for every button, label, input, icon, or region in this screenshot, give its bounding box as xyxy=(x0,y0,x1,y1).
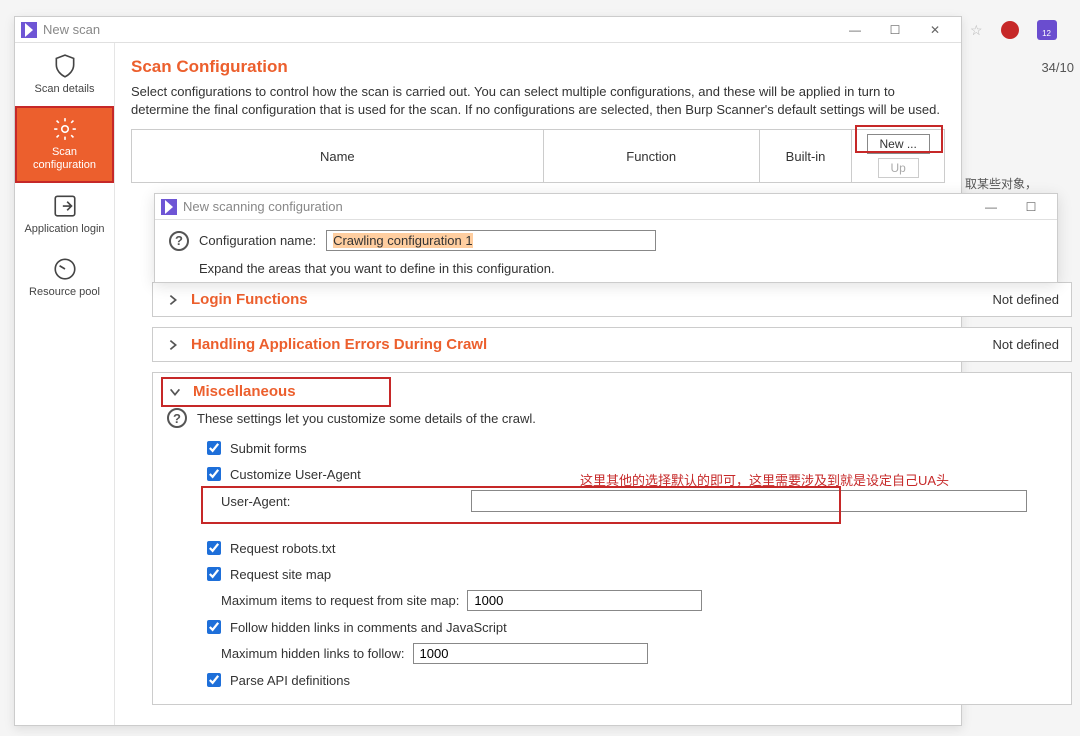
sidebar-item-scan-details[interactable]: Scan details xyxy=(15,43,114,106)
help-icon[interactable]: ? xyxy=(169,231,189,251)
checkbox-request-sitemap[interactable]: Request site map xyxy=(203,564,1057,584)
section-miscellaneous: Miscellaneous ? These settings let you c… xyxy=(152,372,1072,705)
page-title: Scan Configuration xyxy=(131,57,945,77)
burp-icon xyxy=(161,199,177,215)
checkbox-label: Customize User-Agent xyxy=(230,467,361,482)
page-counter: 34/10 xyxy=(1041,60,1074,75)
checkbox-submit-forms[interactable]: Submit forms xyxy=(203,438,1057,458)
column-header-actions: New ... Up xyxy=(852,130,945,183)
column-header-builtin[interactable]: Built-in xyxy=(759,130,852,183)
user-agent-input[interactable] xyxy=(471,490,1027,512)
hidden-max-label: Maximum hidden links to follow: xyxy=(221,646,405,661)
section-status: Not defined xyxy=(993,337,1060,352)
hidden-max-input[interactable] xyxy=(413,643,648,664)
gear-icon xyxy=(52,116,78,142)
sidebar-item-label: Application login xyxy=(24,223,104,236)
checkbox-request-robots[interactable]: Request robots.txt xyxy=(203,538,1057,558)
minimize-button[interactable]: — xyxy=(835,18,875,42)
sidebar-item-scan-configuration[interactable]: Scan configuration xyxy=(15,106,114,182)
config-name-input[interactable]: Crawling configuration 1 xyxy=(326,230,656,251)
wizard-sidebar: Scan details Scan configuration Applicat… xyxy=(15,43,115,725)
extension-dot-icon xyxy=(1001,21,1019,39)
user-agent-label: User-Agent: xyxy=(221,494,461,509)
section-title: Login Functions xyxy=(191,291,993,308)
inner-window-title: New scanning configuration xyxy=(183,199,971,214)
extension-badge-icon: 12 xyxy=(1037,20,1057,40)
annotation-text: 这里其他的选择默认的即可，这里需要涉及到就是设定自己UA头 xyxy=(580,470,949,489)
checkbox-follow-hidden-links[interactable]: Follow hidden links in comments and Java… xyxy=(203,617,1057,637)
sidebar-item-label: Resource pool xyxy=(29,286,100,299)
sidebar-item-application-login[interactable]: Application login xyxy=(15,183,114,246)
checkbox-parse-api[interactable]: Parse API definitions xyxy=(203,670,1057,690)
shield-icon xyxy=(52,53,78,79)
chevron-right-icon xyxy=(165,292,181,308)
new-scanning-config-window: New scanning configuration — ☐ ? Configu… xyxy=(154,193,1058,283)
window-title: New scan xyxy=(43,22,835,37)
maximize-button[interactable]: ☐ xyxy=(875,18,915,42)
sitemap-max-input[interactable] xyxy=(467,590,702,611)
checkbox-input[interactable] xyxy=(207,567,221,581)
inner-minimize-button[interactable]: — xyxy=(971,195,1011,219)
inner-window-titlebar: New scanning configuration — ☐ xyxy=(155,194,1057,220)
help-icon[interactable]: ? xyxy=(167,408,187,428)
config-sections: Login Functions Not defined Handling App… xyxy=(152,282,1072,705)
checkbox-input[interactable] xyxy=(207,441,221,455)
checkbox-label: Parse API definitions xyxy=(230,673,350,688)
chevron-right-icon xyxy=(165,337,181,353)
star-icon: ☆ xyxy=(970,22,983,39)
background-chinese-text: 取某些对象， xyxy=(965,175,1037,192)
checkbox-label: Request robots.txt xyxy=(230,541,336,556)
inner-maximize-button[interactable]: ☐ xyxy=(1011,195,1051,219)
sidebar-item-label: Scan details xyxy=(35,83,95,96)
burp-icon xyxy=(21,22,37,38)
section-status: Not defined xyxy=(993,292,1060,307)
gauge-icon xyxy=(52,256,78,282)
checkbox-label: Follow hidden links in comments and Java… xyxy=(230,620,507,635)
new-config-button[interactable]: New ... xyxy=(867,134,930,154)
checkbox-label: Submit forms xyxy=(230,441,307,456)
section-handling-errors[interactable]: Handling Application Errors During Crawl… xyxy=(152,327,1072,362)
checkbox-input[interactable] xyxy=(207,541,221,555)
config-name-label: Configuration name: xyxy=(199,233,316,248)
window-titlebar: New scan — ☐ ✕ xyxy=(15,17,961,43)
column-header-function[interactable]: Function xyxy=(543,130,759,183)
background-browser-toolbar: ☆ 12 xyxy=(960,0,1080,60)
section-title: Miscellaneous xyxy=(193,383,1057,400)
configurations-table: Name Function Built-in New ... Up xyxy=(131,129,945,183)
column-header-name[interactable]: Name xyxy=(132,130,544,183)
chevron-down-icon[interactable] xyxy=(167,384,183,400)
page-description: Select configurations to control how the… xyxy=(131,83,945,119)
section-login-functions[interactable]: Login Functions Not defined xyxy=(152,282,1072,317)
checkbox-label: Request site map xyxy=(230,567,331,582)
close-button[interactable]: ✕ xyxy=(915,18,955,42)
checkbox-input[interactable] xyxy=(207,673,221,687)
sidebar-item-label: Scan configuration xyxy=(19,146,110,172)
config-expand-hint: Expand the areas that you want to define… xyxy=(199,261,1043,276)
misc-description: These settings let you customize some de… xyxy=(197,411,536,426)
sitemap-max-label: Maximum items to request from site map: xyxy=(221,593,459,608)
section-title: Handling Application Errors During Crawl xyxy=(191,336,993,353)
up-button[interactable]: Up xyxy=(878,158,919,178)
checkbox-input[interactable] xyxy=(207,620,221,634)
sidebar-item-resource-pool[interactable]: Resource pool xyxy=(15,246,114,309)
login-icon xyxy=(52,193,78,219)
checkbox-input[interactable] xyxy=(207,467,221,481)
